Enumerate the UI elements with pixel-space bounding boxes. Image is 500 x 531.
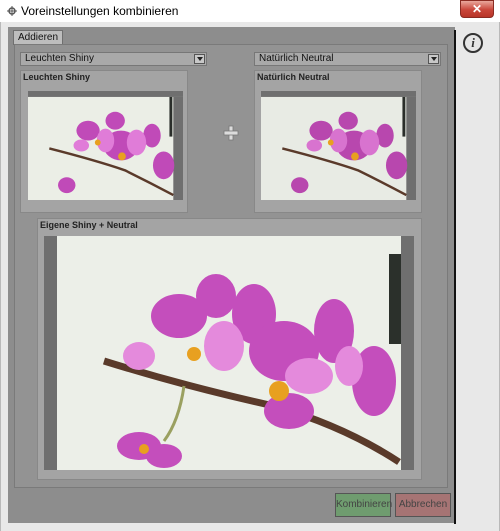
title-bar: Voreinstellungen kombinieren ✕	[0, 0, 500, 22]
plus-icon	[223, 125, 239, 141]
right-preset-value: Natürlich Neutral	[259, 53, 334, 64]
info-icon[interactable]: i	[463, 33, 483, 53]
left-preview-title: Leuchten Shiny	[23, 72, 91, 82]
result-preview-image	[44, 236, 414, 470]
divider	[454, 30, 456, 524]
left-preset-value: Leuchten Shiny	[25, 53, 94, 64]
right-preset-select[interactable]: Natürlich Neutral	[254, 52, 441, 66]
cancel-button[interactable]: Abbrechen	[395, 493, 451, 517]
left-preset-select[interactable]: Leuchten Shiny	[20, 52, 207, 66]
close-button[interactable]: ✕	[460, 0, 494, 18]
chevron-down-icon[interactable]	[428, 54, 439, 64]
combine-button[interactable]: Kombinieren	[335, 493, 392, 517]
left-preview-image	[28, 91, 183, 200]
tab-addieren[interactable]: Addieren	[13, 30, 64, 45]
window-title: Voreinstellungen kombinieren	[21, 4, 179, 18]
close-icon: ✕	[471, 2, 483, 16]
app-icon	[7, 6, 17, 16]
right-preview-title: Natürlich Neutral	[257, 72, 330, 82]
result-preview-title: Eigene Shiny + Neutral	[40, 220, 138, 230]
chevron-down-icon[interactable]	[194, 54, 205, 64]
right-preview-image	[261, 91, 416, 200]
